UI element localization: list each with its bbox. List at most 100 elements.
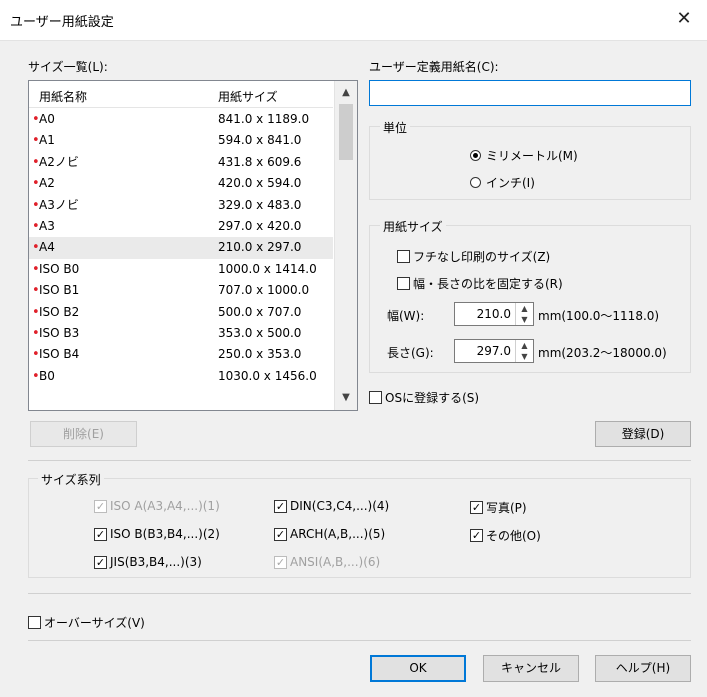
paper-name: B0 (39, 368, 55, 383)
size-series-checkbox: ISO A(A3,A4,...)(1) (94, 499, 220, 513)
paper-name: A3ノビ (39, 197, 79, 212)
checkbox-label: ARCH(A,B,...)(5) (290, 527, 386, 541)
checkbox-label: ISO B(B3,B4,...)(2) (110, 527, 220, 541)
scroll-thumb[interactable] (339, 104, 353, 160)
help-button[interactable]: ヘルプ(H) (595, 655, 691, 682)
paper-size: 841.0 x 1189.0 (218, 112, 310, 126)
checkbox-label: DIN(C3,C4,...)(4) (290, 499, 390, 513)
size-series-checkbox[interactable]: DIN(C3,C4,...)(4) (274, 499, 389, 513)
user-paper-name-input[interactable] (369, 80, 691, 106)
title-bar[interactable]: ユーザー用紙設定 ✕ (0, 0, 707, 41)
fix-ratio-checkbox[interactable]: 幅・長さの比を固定する(R) (397, 275, 563, 292)
list-item[interactable]: • ISO B2 500.0 x 707.0 (29, 302, 333, 323)
width-label: 幅(W): (387, 309, 425, 323)
checkbox-label: その他(O) (486, 529, 541, 543)
paper-size: 1000.0 x 1414.0 (218, 261, 317, 276)
unit-group-title: 単位 (380, 119, 411, 136)
size-list-header: 用紙名称 用紙サイズ (29, 81, 333, 108)
paper-name: ISO B4 (39, 347, 80, 362)
length-range: mm(203.2～18000.0) (538, 346, 667, 360)
paper-size-group-title: 用紙サイズ (380, 218, 446, 235)
scroll-up-icon[interactable]: ▲ (335, 84, 357, 102)
user-paper-settings-dialog: ユーザー用紙設定 ✕ サイズ一覧(L): 用紙名称 用紙サイズ • A0 841.0… (0, 0, 707, 697)
fix-ratio-checkbox-box (397, 277, 410, 290)
paper-name: A2 (39, 176, 55, 191)
length-stepper[interactable]: 297.0 ▲ ▼ (454, 339, 534, 363)
paper-name: ISO B2 (39, 304, 80, 319)
paper-size: 707.0 x 1000.0 (218, 283, 310, 298)
paper-size: 431.8 x 609.6 (218, 154, 302, 169)
list-item[interactable]: • ISO B0 1000.0 x 1414.0 (29, 259, 333, 280)
list-item[interactable]: • A3ノビ 329.0 x 483.0 (29, 195, 333, 216)
radio-mm-indicator (470, 150, 481, 161)
width-value: 210.0 (476, 307, 511, 321)
size-series-checkbox[interactable]: ARCH(A,B,...)(5) (274, 527, 385, 541)
size-series-checkbox[interactable]: JIS(B3,B4,...)(3) (94, 555, 202, 569)
length-label: 長さ(G): (387, 346, 434, 360)
borderless-size-checkbox[interactable]: フチなし印刷のサイズ(Z) (397, 248, 550, 265)
list-item[interactable]: • B0 1030.0 x 1456.0 (29, 366, 333, 387)
divider (28, 460, 691, 461)
size-list-rows: • A0 841.0 x 1189.0 • A1 594.0 x 841.0 • A2ノビ 43… (29, 109, 333, 387)
column-header-size[interactable]: 用紙サイズ (218, 88, 278, 105)
paper-name: A3 (39, 218, 55, 233)
paper-name: A4 (39, 240, 55, 255)
paper-size: 500.0 x 707.0 (218, 304, 302, 319)
divider (28, 640, 691, 641)
checkbox-box (274, 527, 287, 541)
spin-arrows-icon[interactable]: ▲ ▼ (515, 340, 533, 362)
checkbox-label: JIS(B3,B4,...)(3) (110, 555, 202, 569)
list-scrollbar[interactable]: ▲ ▼ (334, 81, 357, 410)
radio-inch[interactable]: インチ(I) (470, 174, 535, 191)
checkbox-label: ANSI(A,B,...)(6) (290, 555, 381, 569)
checkbox-label: ISO A(A3,A4,...)(1) (110, 499, 220, 513)
size-list-label: サイズ一覧(L): (28, 60, 108, 74)
length-value: 297.0 (476, 344, 511, 358)
column-header-name[interactable]: 用紙名称 (39, 88, 87, 105)
register-os-checkbox[interactable]: OSに登録する(S) (369, 389, 479, 406)
size-series-checkbox[interactable]: 写真(P) (470, 499, 527, 516)
list-item[interactable]: • A0 841.0 x 1189.0 (29, 109, 333, 130)
register-os-checkbox-box (369, 391, 382, 404)
paper-size: 1030.0 x 1456.0 (218, 368, 317, 383)
spin-arrows-icon[interactable]: ▲ ▼ (515, 303, 533, 325)
radio-millimeter[interactable]: ミリメートル(M) (470, 147, 578, 164)
radio-inch-label: インチ(I) (486, 176, 535, 190)
width-range: mm(100.0～1118.0) (538, 309, 660, 323)
divider (28, 593, 691, 594)
size-series-group-title: サイズ系列 (38, 471, 104, 488)
size-list[interactable]: 用紙名称 用紙サイズ • A0 841.0 x 1189.0 • A1 594.0 x 8… (28, 80, 358, 411)
list-item[interactable]: • A2ノビ 431.8 x 609.6 (29, 152, 333, 173)
ok-button[interactable]: OK (370, 655, 466, 682)
list-item[interactable]: • A3 297.0 x 420.0 (29, 216, 333, 237)
list-item[interactable]: • A1 594.0 x 841.0 (29, 130, 333, 151)
width-stepper[interactable]: 210.0 ▲ ▼ (454, 302, 534, 326)
checkbox-box (470, 501, 483, 514)
list-item[interactable]: • ISO B3 353.0 x 500.0 (29, 323, 333, 344)
size-series-checkbox[interactable]: その他(O) (470, 527, 541, 544)
paper-name: A0 (39, 112, 55, 126)
checkbox-label: 写真(P) (486, 501, 527, 515)
paper-name: A2ノビ (39, 154, 79, 169)
borderless-checkbox-box (397, 250, 410, 263)
list-item[interactable]: • ISO B4 250.0 x 353.0 (29, 344, 333, 365)
paper-size: 353.0 x 500.0 (218, 325, 302, 340)
fix-ratio-checkbox-label: 幅・長さの比を固定する(R) (413, 277, 563, 291)
oversize-checkbox[interactable]: オーバーサイズ(V) (28, 614, 145, 631)
paper-size: 297.0 x 420.0 (218, 218, 302, 233)
cancel-button[interactable]: キャンセル (483, 655, 579, 682)
size-series-checkbox[interactable]: ISO B(B3,B4,...)(2) (94, 527, 220, 541)
checkbox-box (94, 499, 107, 513)
list-item[interactable]: • A4 210.0 x 297.0 (29, 237, 333, 259)
register-button[interactable]: 登録(D) (595, 421, 691, 447)
close-icon[interactable]: ✕ (661, 0, 707, 40)
oversize-checkbox-label: オーバーサイズ(V) (44, 616, 145, 630)
register-os-checkbox-label: OSに登録する(S) (385, 391, 480, 405)
window-title: ユーザー用紙設定 (10, 15, 114, 30)
borderless-checkbox-label: フチなし印刷のサイズ(Z) (413, 250, 551, 264)
delete-button[interactable]: 削除(E) (30, 421, 137, 447)
list-item[interactable]: • A2 420.0 x 594.0 (29, 173, 333, 194)
list-item[interactable]: • ISO B1 707.0 x 1000.0 (29, 280, 333, 301)
scroll-down-icon[interactable]: ▼ (335, 389, 357, 407)
paper-name: A1 (39, 133, 55, 148)
